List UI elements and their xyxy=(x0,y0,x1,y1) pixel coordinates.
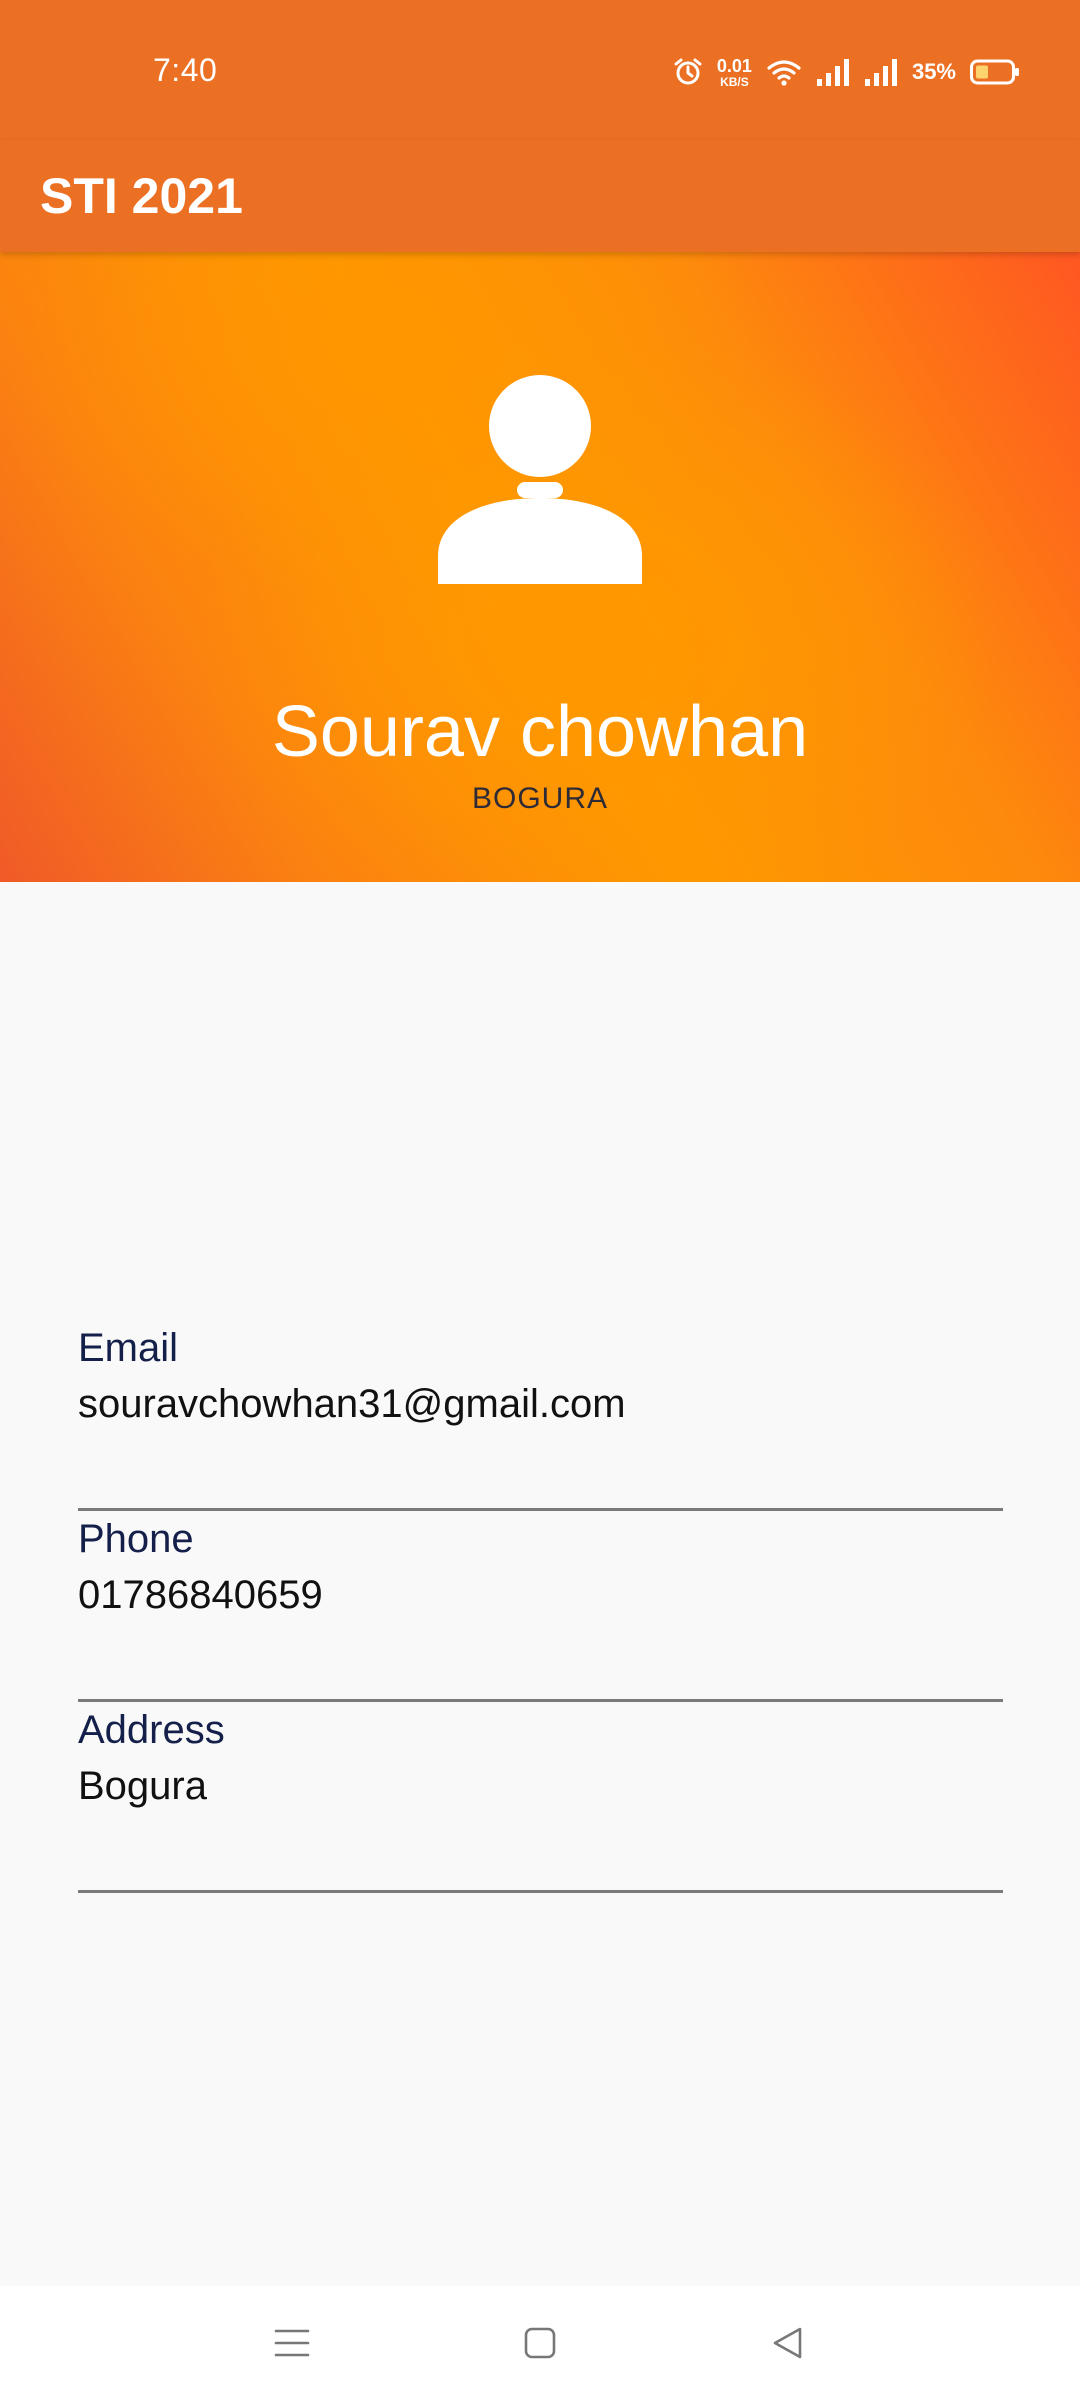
address-field: Address Bogura xyxy=(78,1702,1003,1893)
battery-icon xyxy=(970,59,1019,85)
back-icon xyxy=(773,2327,802,2359)
profile-header: Sourav chowhan BOGURA xyxy=(0,252,1080,882)
phone-field: Phone 01786840659 xyxy=(78,1511,1003,1702)
net-speed-indicator: 0.01 KB/S xyxy=(717,57,752,88)
email-field: Email souravchowhan31@gmail.com xyxy=(78,1320,1003,1511)
status-bar: 7:40 0.01 KB/S 35% xyxy=(0,0,1080,140)
address-label: Address xyxy=(78,1708,225,1752)
email-value: souravchowhan31@gmail.com xyxy=(78,1382,626,1426)
net-speed-value: 0.01 xyxy=(716,55,752,76)
person-icon xyxy=(438,375,642,584)
address-value: Bogura xyxy=(78,1764,207,1808)
email-label: Email xyxy=(78,1326,179,1370)
home-button[interactable] xyxy=(505,2308,575,2378)
profile-location: BOGURA xyxy=(471,782,609,815)
status-time: 7:40 xyxy=(153,52,218,88)
home-icon xyxy=(524,2327,556,2359)
net-speed-unit: KB/S xyxy=(720,74,749,89)
wifi-icon xyxy=(767,60,801,86)
back-button[interactable] xyxy=(752,2308,822,2378)
phone-label: Phone xyxy=(78,1517,194,1561)
menu-button[interactable] xyxy=(257,2308,327,2378)
battery-percent: 35% xyxy=(911,59,956,84)
signal-icon xyxy=(864,59,897,86)
alarm-icon xyxy=(674,58,702,85)
app-title: STI 2021 xyxy=(40,168,243,224)
app-bar: STI 2021 xyxy=(0,140,1080,252)
status-icons: 0.01 KB/S 35% xyxy=(673,52,1020,92)
menu-icon xyxy=(274,2329,310,2357)
profile-info-list: Email souravchowhan31@gmail.com Phone 01… xyxy=(78,1320,1003,1893)
navigation-bar xyxy=(0,2286,1080,2400)
profile-name: Sourav chowhan xyxy=(271,692,809,772)
signal-icon xyxy=(816,59,849,86)
phone-value: 01786840659 xyxy=(78,1573,323,1617)
